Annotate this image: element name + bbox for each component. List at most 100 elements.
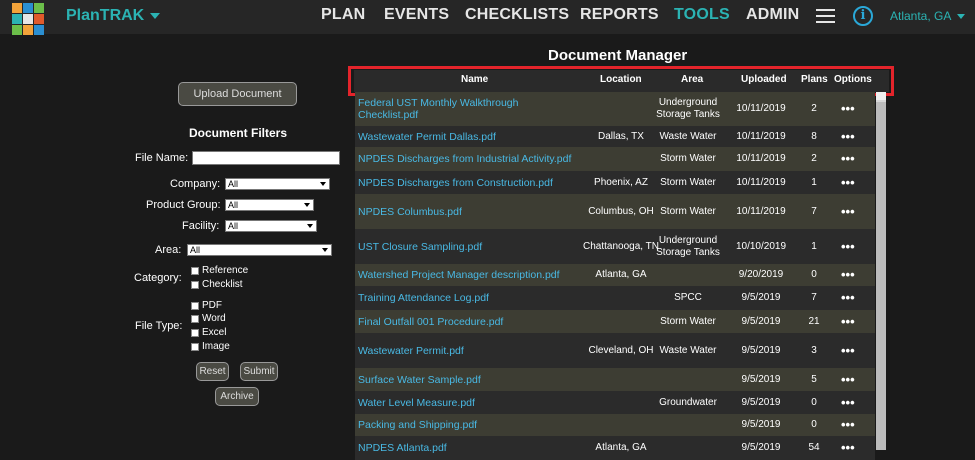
table-row[interactable]: Wastewater Permit Dallas.pdf Dallas, TX Wa…	[355, 126, 875, 147]
nav-events[interactable]: EVENTS	[384, 6, 449, 24]
document-name-link[interactable]: NPDES Atlanta.pdf	[358, 442, 578, 454]
options-more-icon[interactable]: •••	[841, 441, 855, 454]
options-more-icon[interactable]: •••	[841, 130, 855, 143]
nav-plan[interactable]: PLAN	[321, 6, 365, 24]
options-more-icon[interactable]: •••	[841, 315, 855, 328]
info-icon[interactable]: i	[853, 6, 873, 26]
table-row[interactable]: Final Outfall 001 Procedure.pdf Storm Wat…	[355, 310, 875, 333]
table-row[interactable]: Surface Water Sample.pdf 9/5/2019 5 •••	[355, 368, 875, 391]
options-more-icon[interactable]: •••	[841, 373, 855, 386]
table-row[interactable]: NPDES Columbus.pdf Columbus, OH Storm Wate…	[355, 194, 875, 229]
table-row[interactable]: NPDES Discharges from Construction.pdf Ph…	[355, 171, 875, 194]
file-type-label: File Type:	[135, 320, 183, 332]
document-uploaded-date: 10/11/2019	[736, 103, 786, 114]
area-select[interactable]: All	[187, 244, 332, 256]
brand-name: PlanTRAK	[66, 7, 145, 24]
table-row[interactable]: Water Level Measure.pdf Groundwater 9/5/20…	[355, 391, 875, 414]
document-name-link[interactable]: Final Outfall 001 Procedure.pdf	[358, 316, 578, 328]
options-more-icon[interactable]: •••	[841, 396, 855, 409]
document-name-link[interactable]: Training Attendance Log.pdf	[358, 292, 578, 304]
file-type-excel-checkbox[interactable]	[191, 329, 199, 337]
chevron-down-icon	[304, 203, 310, 207]
table-row[interactable]: NPDES Atlanta.pdf Atlanta, GA 9/5/2019 54 ••…	[355, 436, 875, 460]
document-name-link[interactable]: Packing and Shipping.pdf	[358, 419, 578, 431]
document-name-link[interactable]: Wastewater Permit Dallas.pdf	[358, 131, 578, 143]
document-plans-count: 3	[811, 344, 817, 356]
table-row[interactable]: Packing and Shipping.pdf 9/5/2019 0 •••	[355, 414, 875, 436]
document-uploaded-date: 9/5/2019	[741, 419, 781, 430]
table-row[interactable]: Watershed Project Manager description.pd…	[355, 264, 875, 286]
document-area: Storm Water	[660, 315, 716, 327]
table-scrollbar-thumb[interactable]	[876, 102, 886, 450]
upload-document-button[interactable]: Upload Document	[178, 82, 297, 106]
nav-tools[interactable]: TOOLS	[674, 6, 730, 24]
document-location: Phoenix, AZ	[594, 176, 648, 188]
document-name-link[interactable]: Wastewater Permit.pdf	[358, 345, 578, 357]
document-name-link[interactable]: NPDES Columbus.pdf	[358, 206, 578, 218]
options-more-icon[interactable]: •••	[841, 205, 855, 218]
file-name-input[interactable]	[192, 151, 340, 165]
category-checklist-checkbox[interactable]	[191, 281, 199, 289]
company-label: Company:	[170, 178, 221, 190]
options-more-icon[interactable]: •••	[841, 418, 855, 431]
location-selector[interactable]: Atlanta, GA	[890, 9, 966, 23]
table-row[interactable]: Federal UST Monthly Walkthrough Checklis…	[355, 92, 875, 126]
table-row[interactable]: NPDES Discharges from Industrial Activit…	[355, 147, 875, 171]
category-label: Category:	[134, 272, 182, 284]
scroll-up-arrow[interactable]	[876, 92, 886, 100]
reset-button[interactable]: Reset	[196, 362, 229, 381]
options-more-icon[interactable]: •••	[841, 176, 855, 189]
document-location: Dallas, TX	[598, 130, 644, 142]
document-uploaded-date: 10/11/2019	[736, 176, 786, 188]
options-more-icon[interactable]: •••	[841, 102, 855, 115]
options-more-icon[interactable]: •••	[841, 268, 855, 281]
document-name-link[interactable]: Federal UST Monthly Walkthrough Checklis…	[358, 97, 578, 121]
product-group-label: Product Group:	[146, 199, 221, 211]
table-row[interactable]: Training Attendance Log.pdf SPCC 9/5/2019 7…	[355, 286, 875, 310]
plantrak-logo[interactable]	[10, 1, 46, 35]
file-type-image-checkbox[interactable]	[191, 343, 199, 351]
options-more-icon[interactable]: •••	[841, 344, 855, 357]
facility-select[interactable]: All	[225, 220, 317, 232]
document-area: Groundwater	[659, 396, 717, 408]
document-plans-count: 1	[811, 176, 817, 188]
nav-reports[interactable]: REPORTS	[580, 6, 659, 24]
options-more-icon[interactable]: •••	[841, 291, 855, 304]
table-row[interactable]: UST Closure Sampling.pdf Chattanooga, TN U…	[355, 229, 875, 264]
submit-button[interactable]: Submit	[240, 362, 278, 381]
chevron-down-icon	[957, 13, 966, 19]
nav-admin[interactable]: ADMIN	[746, 6, 799, 24]
hamburger-menu-icon[interactable]	[816, 9, 835, 23]
table-row[interactable]: Wastewater Permit.pdf Cleveland, OH Waste …	[355, 333, 875, 368]
document-plans-count: 7	[811, 292, 817, 303]
nav-checklists[interactable]: CHECKLISTS	[465, 6, 569, 24]
document-location: Cleveland, OH	[588, 344, 654, 356]
file-type-image-label: Image	[202, 341, 230, 352]
options-more-icon[interactable]: •••	[841, 152, 855, 165]
document-area: Waste Water	[659, 344, 717, 356]
document-name-link[interactable]: Water Level Measure.pdf	[358, 397, 578, 409]
document-name-link[interactable]: NPDES Discharges from Construction.pdf	[358, 177, 578, 189]
company-select[interactable]: All	[225, 178, 330, 190]
archive-button[interactable]: Archive	[215, 387, 259, 406]
brand-menu[interactable]: PlanTRAK	[66, 7, 161, 25]
document-uploaded-date: 9/5/2019	[741, 396, 781, 408]
document-plans-count: 54	[808, 442, 820, 453]
document-plans-count: 2	[811, 103, 817, 114]
document-location: Atlanta, GA	[595, 442, 647, 453]
document-plans-count: 21	[808, 315, 820, 327]
document-area: Underground Storage Tanks	[656, 234, 720, 258]
document-location: Chattanooga, TN	[583, 240, 659, 252]
file-type-pdf-checkbox[interactable]	[191, 302, 199, 310]
document-name-link[interactable]: UST Closure Sampling.pdf	[358, 241, 578, 253]
area-label: Area:	[155, 244, 182, 256]
document-name-link[interactable]: Surface Water Sample.pdf	[358, 374, 578, 386]
document-name-link[interactable]: NPDES Discharges from Industrial Activit…	[358, 153, 578, 165]
category-reference-checkbox[interactable]	[191, 267, 199, 275]
document-name-link[interactable]: Watershed Project Manager description.pd…	[358, 269, 578, 281]
location-label: Atlanta, GA	[890, 9, 952, 23]
document-area: Storm Water	[660, 153, 716, 164]
options-more-icon[interactable]: •••	[841, 240, 855, 253]
product-group-select[interactable]: All	[225, 199, 314, 211]
file-type-word-checkbox[interactable]	[191, 315, 199, 323]
